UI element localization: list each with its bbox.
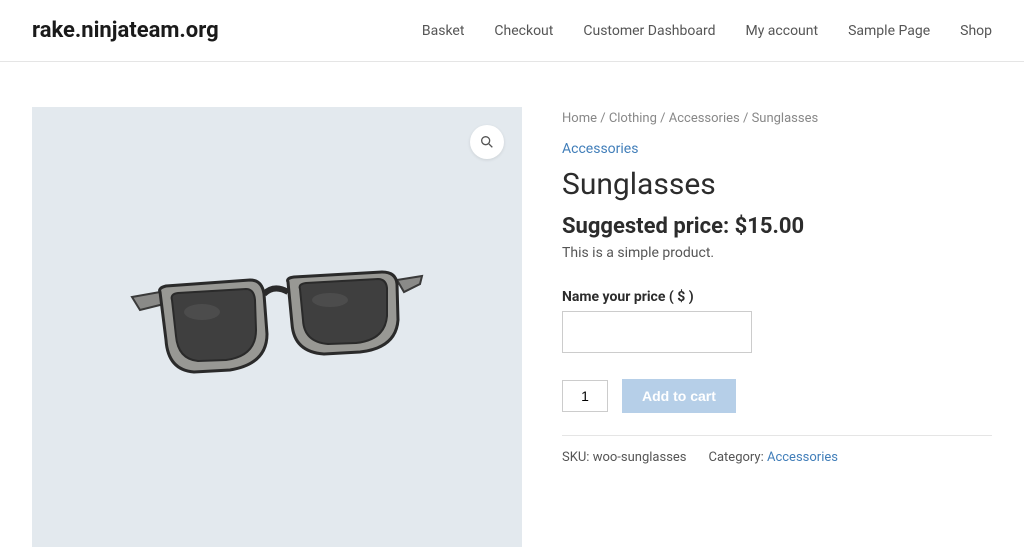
- breadcrumb-current: Sunglasses: [752, 111, 819, 126]
- category-meta-link[interactable]: Accessories: [767, 450, 838, 465]
- nav-shop[interactable]: Shop: [960, 23, 992, 39]
- sunglasses-image: [122, 262, 432, 392]
- site-title[interactable]: rake.ninjateam.org: [32, 18, 219, 43]
- category-meta-label: Category:: [709, 450, 764, 465]
- name-your-price-input[interactable]: [562, 311, 752, 353]
- product-meta: SKU: woo-sunglasses Category: Accessorie…: [562, 450, 992, 465]
- name-your-price-label: Name your price ( $ ): [562, 289, 992, 305]
- nav-basket[interactable]: Basket: [422, 23, 465, 39]
- product-image[interactable]: [32, 107, 522, 547]
- sku-value: woo-sunglasses: [593, 450, 687, 465]
- zoom-button[interactable]: [470, 125, 504, 159]
- product-description: This is a simple product.: [562, 245, 992, 261]
- nav-my-account[interactable]: My account: [745, 23, 818, 39]
- breadcrumb-clothing[interactable]: Clothing: [609, 111, 657, 126]
- nav-customer-dashboard[interactable]: Customer Dashboard: [583, 23, 715, 39]
- breadcrumb-home[interactable]: Home: [562, 111, 597, 126]
- sku-label: SKU:: [562, 450, 589, 465]
- nav-sample-page[interactable]: Sample Page: [848, 23, 930, 39]
- breadcrumb: Home / Clothing / Accessories / Sunglass…: [562, 111, 992, 126]
- category-link[interactable]: Accessories: [562, 141, 638, 157]
- price: Suggested price: $15.00: [562, 214, 992, 239]
- nav-checkout[interactable]: Checkout: [494, 23, 553, 39]
- magnify-icon: [479, 134, 495, 150]
- add-to-cart-button[interactable]: Add to cart: [622, 379, 736, 413]
- primary-nav: Basket Checkout Customer Dashboard My ac…: [422, 23, 992, 39]
- quantity-input[interactable]: [562, 380, 608, 412]
- product-title: Sunglasses: [562, 167, 992, 202]
- breadcrumb-accessories[interactable]: Accessories: [669, 111, 740, 126]
